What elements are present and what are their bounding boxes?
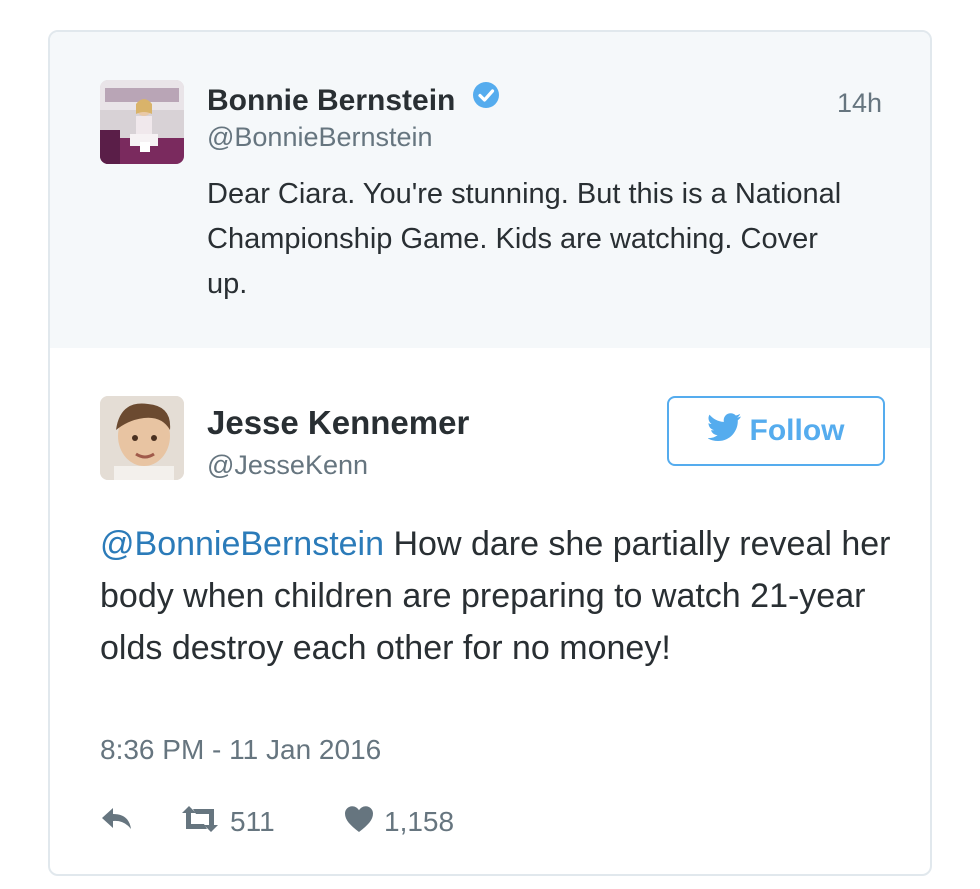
avatar-jesse[interactable] xyxy=(100,396,184,480)
retweet-button[interactable]: 511 xyxy=(180,805,344,840)
quoted-tweet[interactable]: Bonnie Bernstein @BonnieBernstein 14h De… xyxy=(50,32,930,348)
twitter-bird-icon xyxy=(706,413,742,449)
quoted-tweet-text: Dear Ciara. You're stunning. But this is… xyxy=(207,178,842,300)
quoted-author-handle[interactable]: @BonnieBernstein xyxy=(207,122,433,153)
heart-icon xyxy=(344,805,374,840)
quoted-author-name-text[interactable]: Bonnie Bernstein xyxy=(207,84,455,117)
mention-link[interactable]: @BonnieBernstein xyxy=(100,525,384,563)
retweet-count: 511 xyxy=(230,806,275,837)
avatar-bonnie[interactable] xyxy=(100,80,184,164)
author-name[interactable]: Jesse Kennemer xyxy=(207,404,469,442)
like-button[interactable]: 1,158 xyxy=(344,805,454,840)
quoted-time-ago[interactable]: 14h xyxy=(837,88,882,119)
author-handle[interactable]: @JesseKenn xyxy=(207,450,368,481)
reply-icon xyxy=(100,806,134,839)
retweet-icon xyxy=(180,805,220,840)
tweet-card: Bonnie Bernstein @BonnieBernstein 14h De… xyxy=(48,30,932,876)
tweet-timestamp[interactable]: 8:36 PM - 11 Jan 2016 xyxy=(100,734,381,766)
tweet-text: @BonnieBernstein How dare she partially … xyxy=(100,518,900,674)
like-count: 1,158 xyxy=(384,806,455,837)
reply-button[interactable] xyxy=(100,806,180,839)
follow-button-label: Follow xyxy=(749,414,845,447)
tweet-actions: 511 1,158 xyxy=(100,802,454,842)
verified-badge-icon xyxy=(472,81,500,117)
follow-button[interactable]: Follow xyxy=(667,396,885,466)
quoted-author-name[interactable]: Bonnie Bernstein xyxy=(207,81,500,118)
